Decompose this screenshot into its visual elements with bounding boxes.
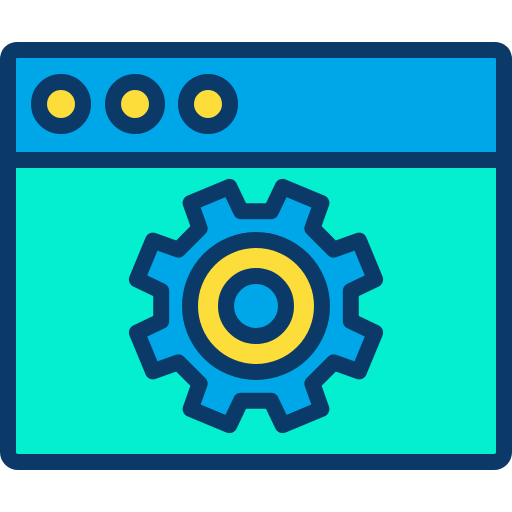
browser-settings-icon [0, 0, 512, 512]
window-dot-1 [31, 74, 91, 134]
window-dot-3 [178, 74, 238, 134]
window-control-dots [31, 74, 238, 134]
gear-center-icon [218, 268, 294, 344]
window-dot-2 [105, 74, 165, 134]
browser-settings-svg [0, 42, 512, 470]
